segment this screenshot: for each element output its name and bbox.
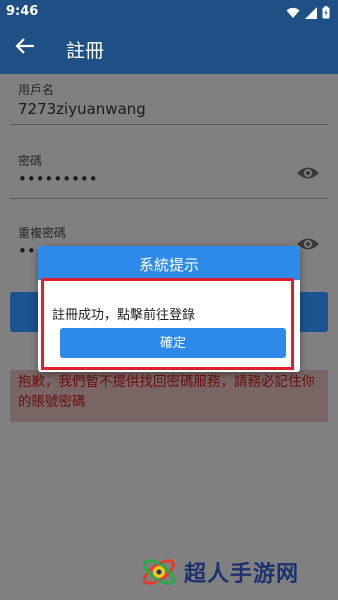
password-field[interactable]: ••••••••• <box>18 170 98 188</box>
password-label: 密碼 <box>18 154 43 168</box>
password-underline <box>10 198 328 199</box>
system-dialog: 系統提示 註冊成功，點擊前往登錄 確定 <box>38 246 300 372</box>
page-title: 註冊 <box>66 40 105 62</box>
back-arrow-icon[interactable] <box>14 35 40 61</box>
wifi-icon <box>286 4 300 23</box>
username-label: 用戶名 <box>18 83 55 97</box>
signal-icon <box>305 4 317 23</box>
watermark-logo-icon <box>143 559 175 585</box>
dialog-message: 註冊成功，點擊前往登錄 <box>52 308 196 323</box>
dialog-title: 系統提示 <box>38 246 300 280</box>
status-bar: 9:46 <box>0 0 338 24</box>
status-time: 9:46 <box>6 4 39 19</box>
username-underline <box>10 124 328 125</box>
watermark-text: 超人手游网 <box>184 562 300 587</box>
username-field[interactable]: 7273ziyuanwang <box>18 100 146 118</box>
watermark: 超人手游网 <box>140 553 299 591</box>
confirm-button[interactable]: 確定 <box>60 328 286 358</box>
eye-icon[interactable] <box>296 165 320 181</box>
battery-icon <box>322 4 330 23</box>
confirm-password-label: 重複密碼 <box>18 226 67 240</box>
password-recovery-notice: 抱歉，我們暫不提供找回密碼服務，請務必記住你的賬號密碼 <box>10 370 328 422</box>
app-bar: 註冊 <box>0 24 338 74</box>
status-icons <box>286 4 330 23</box>
